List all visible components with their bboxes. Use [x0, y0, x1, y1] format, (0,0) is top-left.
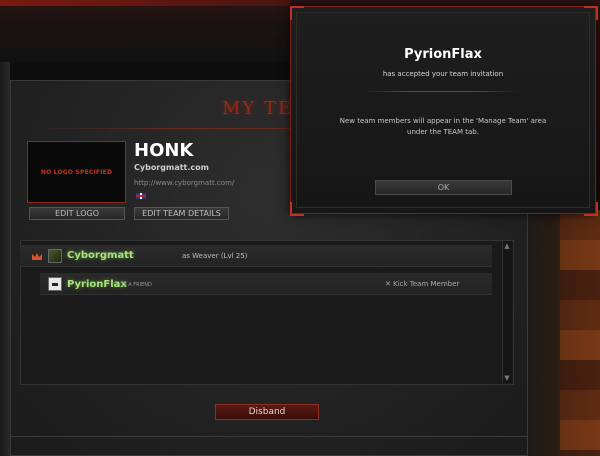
team-name: HONK [134, 140, 194, 161]
dialog-message: New team members will appear in the 'Man… [330, 116, 556, 138]
members-scrollbar[interactable] [502, 241, 512, 383]
logo-placeholder-text: NO LOGO SPECIFIED [40, 168, 113, 176]
avatar [48, 277, 62, 291]
avatar [48, 249, 62, 263]
dialog-divider [364, 91, 520, 92]
ok-button[interactable]: OK [375, 180, 512, 195]
edit-logo-button[interactable]: EDIT LOGO [29, 207, 125, 220]
panel-bottom-edge [10, 436, 528, 437]
dialog-corner-ornament [290, 6, 304, 20]
uk-flag-icon [136, 193, 146, 199]
background-left-edge [0, 62, 10, 456]
dialog-inner-frame [296, 12, 590, 208]
dialog-corner-ornament [584, 202, 598, 216]
kick-team-member-button[interactable]: ✕ Kick Team Member [385, 280, 459, 288]
kick-label: Kick Team Member [393, 280, 460, 288]
dialog-corner-ornament [584, 6, 598, 20]
scroll-down-icon[interactable]: ▼ [502, 373, 512, 383]
background-top-accent [0, 0, 290, 6]
team-logo: NO LOGO SPECIFIED [27, 141, 126, 203]
member-hero-status: as Weaver (Lvl 25) [182, 252, 248, 260]
disband-button[interactable]: Disband [215, 404, 319, 420]
dialog-corner-ornament [290, 202, 304, 216]
close-icon: ✕ [385, 280, 391, 288]
background-right-texture [560, 210, 600, 456]
team-url[interactable]: http://www.cyborgmatt.com/ [134, 179, 234, 187]
member-name[interactable]: Cyborgmatt [67, 250, 134, 261]
member-name[interactable]: PyrionFlax [67, 279, 127, 290]
team-tag: Cyborgmatt.com [134, 163, 209, 172]
dialog-message-line: under the TEAM tab. [407, 128, 479, 136]
edit-team-details-button[interactable]: EDIT TEAM DETAILS [134, 207, 229, 220]
dialog-subtitle: has accepted your team invitation [382, 70, 504, 78]
friend-badge: IS A FRIEND [122, 282, 152, 288]
dialog-message-line: New team members will appear in the 'Man… [339, 117, 547, 125]
scroll-up-icon[interactable]: ▲ [502, 241, 512, 251]
crown-icon [32, 253, 42, 260]
dialog-title: PyrionFlax [404, 47, 482, 62]
